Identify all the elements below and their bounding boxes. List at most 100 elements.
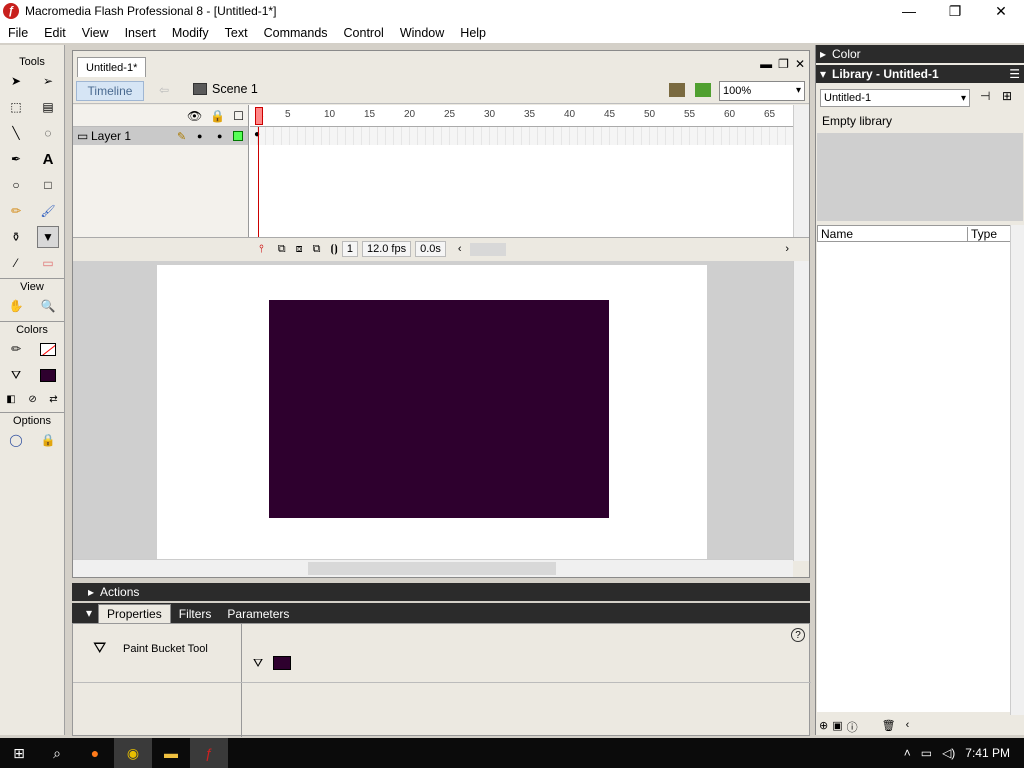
stage-vertical-scrollbar[interactable]	[793, 261, 809, 561]
doc-minimize-icon[interactable]: ▬	[760, 57, 772, 71]
pin-library-icon[interactable]: ⊣	[980, 89, 990, 103]
actions-panel-header[interactable]: ▸ Actions	[72, 583, 810, 601]
library-scrollbar[interactable]	[1010, 225, 1024, 715]
layer-frame-row[interactable]: ●	[250, 127, 794, 145]
stage-horizontal-scrollbar[interactable]	[73, 559, 793, 577]
menu-edit[interactable]: Edit	[36, 26, 74, 40]
new-folder-icon[interactable]: ▣	[832, 719, 842, 735]
layer-row[interactable]: ▭ Layer 1 ✎ ● ●	[73, 127, 248, 145]
tab-parameters[interactable]: Parameters	[219, 605, 297, 623]
frame-rate[interactable]: 12.0 fps	[361, 241, 412, 257]
close-button[interactable]: ✕	[978, 0, 1024, 22]
zoom-select[interactable]: 100% ▾	[719, 81, 805, 101]
lasso-tool-icon[interactable]: ◌	[37, 122, 59, 144]
search-icon[interactable]: ⌕	[38, 738, 76, 768]
collapse-arrow-icon[interactable]: ▾	[86, 606, 92, 620]
color-panel-header[interactable]: ▸ Color	[816, 45, 1024, 63]
col-type[interactable]: Type	[968, 227, 997, 241]
text-tool-icon[interactable]: A	[37, 148, 59, 170]
menu-control[interactable]: Control	[336, 26, 392, 40]
panel-menu-icon[interactable]: ☰	[1009, 67, 1020, 81]
rectangle-tool-icon[interactable]: □	[37, 174, 59, 196]
pencil-tool-icon[interactable]: ✏	[5, 200, 27, 222]
new-symbol-icon[interactable]: ⊕	[819, 719, 828, 735]
filled-rectangle[interactable]	[269, 300, 609, 518]
chevron-up-icon[interactable]: ˄	[904, 746, 911, 760]
menu-help[interactable]: Help	[452, 26, 494, 40]
hand-tool-icon[interactable]: ✋	[5, 295, 27, 317]
volume-icon[interactable]: ◁)	[942, 746, 955, 760]
eraser-tool-icon[interactable]: ▭	[37, 252, 59, 274]
frame-area[interactable]: 1 5 10 15 20 25 30 35 40 45 50 55 60 65 …	[250, 105, 794, 237]
tab-properties[interactable]: Properties	[98, 604, 171, 623]
col-name[interactable]: Name	[818, 226, 968, 241]
pen-tool-icon[interactable]: ✒	[5, 148, 27, 170]
fill-color-swatch[interactable]	[37, 364, 59, 386]
center-frame-icon[interactable]: ⫯	[259, 243, 264, 256]
selection-tool-icon[interactable]: ➤	[5, 70, 27, 92]
line-tool-icon[interactable]: ╲	[5, 122, 27, 144]
clock[interactable]: 7:41 PM	[965, 746, 1010, 760]
back-arrow-icon[interactable]: ⇦	[159, 83, 169, 97]
outline-color-icon[interactable]	[233, 131, 243, 141]
frame-ruler[interactable]: 1 5 10 15 20 25 30 35 40 45 50 55 60 65	[250, 105, 794, 127]
subselection-tool-icon[interactable]: ➢	[37, 70, 59, 92]
stage[interactable]	[157, 265, 707, 561]
help-icon[interactable]: ?	[791, 628, 805, 642]
maximize-button[interactable]: ❐	[932, 0, 978, 22]
flash-taskbar-icon[interactable]: ƒ	[190, 738, 228, 768]
no-color-icon[interactable]: ⊘	[28, 394, 36, 405]
onion-skin-outlines-icon[interactable]: ⧈	[296, 243, 303, 256]
firefox-icon[interactable]: ●	[76, 738, 114, 768]
free-transform-tool-icon[interactable]: ⬚	[5, 96, 27, 118]
new-library-panel-icon[interactable]: ⊞	[1002, 89, 1012, 103]
menu-insert[interactable]: Insert	[117, 26, 164, 40]
swap-colors-icon[interactable]: ⇄	[49, 394, 57, 405]
scroll-thumb[interactable]	[308, 562, 556, 575]
onion-skin-icon[interactable]: ⧉	[278, 243, 286, 256]
menu-view[interactable]: View	[74, 26, 117, 40]
scroll-right-icon[interactable]: ›	[785, 243, 789, 255]
chrome-icon[interactable]: ◉	[114, 738, 152, 768]
lock-fill-icon[interactable]: 🔒	[37, 429, 59, 451]
oval-tool-icon[interactable]: ○	[5, 174, 27, 196]
modify-onion-markers-icon[interactable]: ⦗⦘	[331, 243, 338, 256]
file-explorer-icon[interactable]: ▬	[152, 738, 190, 768]
scroll-left-icon[interactable]: ‹	[458, 243, 462, 255]
menu-window[interactable]: Window	[392, 26, 452, 40]
gradient-transform-tool-icon[interactable]: ▤	[37, 96, 59, 118]
library-panel-header[interactable]: ▾ Library - Untitled-1 ☰	[816, 65, 1024, 83]
edit-multiple-frames-icon[interactable]: ⧉	[313, 243, 321, 256]
menu-commands[interactable]: Commands	[256, 26, 336, 40]
document-tab[interactable]: Untitled-1*	[77, 57, 147, 77]
lock-icon[interactable]: 🔒	[210, 109, 225, 123]
doc-restore-icon[interactable]: ❐	[778, 57, 789, 71]
edit-scene-icon[interactable]	[669, 83, 685, 97]
paint-bucket-tool-icon[interactable]: ▼	[37, 226, 59, 248]
lock-dot-icon[interactable]: ●	[217, 131, 222, 141]
scroll-left-icon[interactable]: ‹	[906, 719, 910, 735]
fill-color-swatch[interactable]	[273, 656, 291, 670]
brush-tool-icon[interactable]: 🖌	[37, 200, 59, 222]
network-icon[interactable]: ▭	[921, 746, 932, 760]
outline-icon[interactable]: ☐	[233, 109, 244, 123]
tab-filters[interactable]: Filters	[171, 605, 220, 623]
menu-file[interactable]: File	[0, 26, 36, 40]
library-select[interactable]: Untitled-1 ▾	[820, 89, 970, 107]
minimize-button[interactable]: —	[886, 0, 932, 22]
playhead[interactable]	[255, 107, 263, 125]
visibility-dot-icon[interactable]: ●	[197, 131, 202, 141]
doc-close-icon[interactable]: ✕	[795, 57, 805, 71]
zoom-tool-icon[interactable]: 🔍	[37, 295, 59, 317]
delete-icon[interactable]: 🗑	[882, 719, 896, 735]
menu-modify[interactable]: Modify	[164, 26, 217, 40]
ink-bottle-tool-icon[interactable]: ⚱	[5, 226, 27, 248]
eye-icon[interactable]: 👁	[187, 109, 202, 123]
timeline-h-scroll-thumb[interactable]	[469, 242, 506, 256]
edit-symbols-icon[interactable]	[695, 83, 711, 97]
eyedropper-tool-icon[interactable]: ⁄	[5, 252, 27, 274]
timeline-vertical-scrollbar[interactable]	[793, 105, 809, 237]
black-white-icon[interactable]: ◧	[6, 394, 15, 405]
start-button[interactable]: ⊞	[0, 738, 38, 768]
gap-size-icon[interactable]: ◯	[5, 429, 27, 451]
